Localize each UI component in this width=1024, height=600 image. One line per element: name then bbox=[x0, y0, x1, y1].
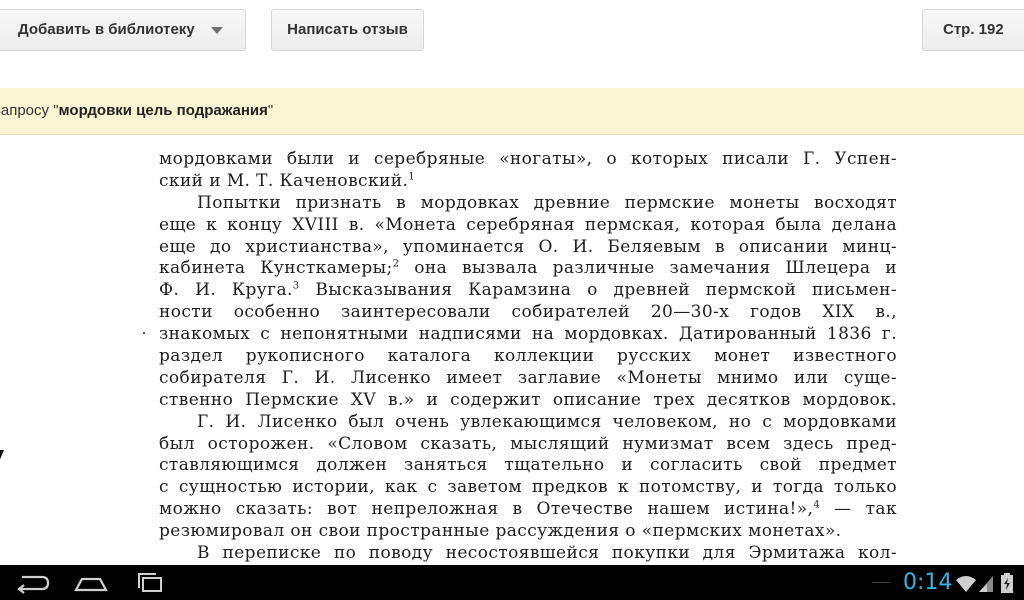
write-review-button[interactable]: Написать отзыв bbox=[271, 9, 424, 51]
notification-divider bbox=[872, 582, 890, 583]
recent-apps-icon[interactable] bbox=[125, 565, 175, 600]
text-line: с сущностью истории, как с заветом предк… bbox=[159, 477, 897, 498]
book-page-viewer[interactable]: мордовками были и серебряные «ногаты», о… bbox=[0, 135, 1024, 565]
back-icon[interactable] bbox=[8, 565, 58, 600]
text-line: был осторожен. «Словом сказать, мыслящий… bbox=[159, 433, 897, 454]
write-review-label: Написать отзыв bbox=[287, 21, 408, 38]
google-books-reader: Добавить в библиотеку Написать отзыв Стр… bbox=[0, 0, 1024, 600]
page-text: мордовками были и серебряные «ногаты», о… bbox=[159, 149, 897, 565]
text-line: еще к концу XVIII в. «Монета серебряная … bbox=[159, 214, 897, 235]
footnote-mark: 2 bbox=[392, 258, 400, 270]
text-line: раздел рукописного каталога коллекции ру… bbox=[159, 346, 897, 367]
mouse-cursor-icon bbox=[0, 450, 4, 464]
text-line: еще до христианства», упоминается О. И. … bbox=[159, 236, 897, 257]
signal-icon bbox=[978, 573, 994, 598]
top-toolbar: Добавить в библиотеку Написать отзыв Стр… bbox=[0, 0, 1024, 89]
text-line: ности особенно заинтересовали собирателе… bbox=[159, 302, 897, 323]
add-to-library-button[interactable]: Добавить в библиотеку bbox=[0, 9, 246, 51]
search-query-text: мордовки цель подражания bbox=[58, 102, 268, 119]
battery-icon bbox=[1001, 573, 1013, 598]
system-navigation-bar: 0:14 bbox=[0, 565, 1024, 600]
text-line: кабинета Кунсткамеры;2 она вызвала разли… bbox=[159, 258, 898, 279]
text-line: ставляющимся должен заняться тщательно и… bbox=[159, 455, 897, 476]
text-line: собирателя Г. И. Лисенко имеет заглавие … bbox=[159, 367, 897, 388]
search-query-banner: запросу "мордовки цель подражания" bbox=[0, 88, 1024, 135]
text-line: ский и М. Т. Каченовский.1 bbox=[159, 170, 416, 191]
page-selector-button[interactable]: Стр. 192 bbox=[922, 9, 1024, 51]
page-number-label: Стр. 192 bbox=[943, 21, 1004, 38]
text-line: Ф. И. Круга.3 Высказывания Карамзина о д… bbox=[159, 280, 897, 301]
text-line: можно сказать: вот непреложная в Отечест… bbox=[159, 499, 897, 520]
search-banner-prefix: запросу " bbox=[0, 102, 59, 119]
footnote-mark: 1 bbox=[408, 171, 416, 183]
scan-artifact bbox=[143, 332, 145, 334]
text-line: знакомых с непонятными надписями на морд… bbox=[159, 324, 897, 345]
home-icon[interactable] bbox=[66, 565, 116, 600]
search-banner-suffix: " bbox=[267, 102, 274, 119]
text-line: Г. И. Лисенко был очень увлекающимся чел… bbox=[197, 411, 897, 432]
status-clock[interactable]: 0:14 bbox=[903, 565, 952, 600]
footnote-mark: 4 bbox=[813, 499, 821, 511]
add-to-library-label: Добавить в библиотеку bbox=[18, 21, 195, 38]
wifi-icon bbox=[955, 573, 977, 598]
text-line: резюмировал он свои пространные рассужде… bbox=[159, 521, 842, 542]
footnote-mark: 3 bbox=[292, 280, 300, 292]
text-line: В переписке по поводу несостоявшейся пок… bbox=[197, 543, 897, 564]
text-line: ственно Пермские XV в.» и содержит описа… bbox=[159, 389, 897, 410]
dropdown-caret-icon bbox=[211, 27, 223, 34]
text-line: мордовками были и серебряные «ногаты», о… bbox=[159, 149, 897, 169]
text-line: Попытки признать в мордовках древние пер… bbox=[197, 192, 897, 213]
